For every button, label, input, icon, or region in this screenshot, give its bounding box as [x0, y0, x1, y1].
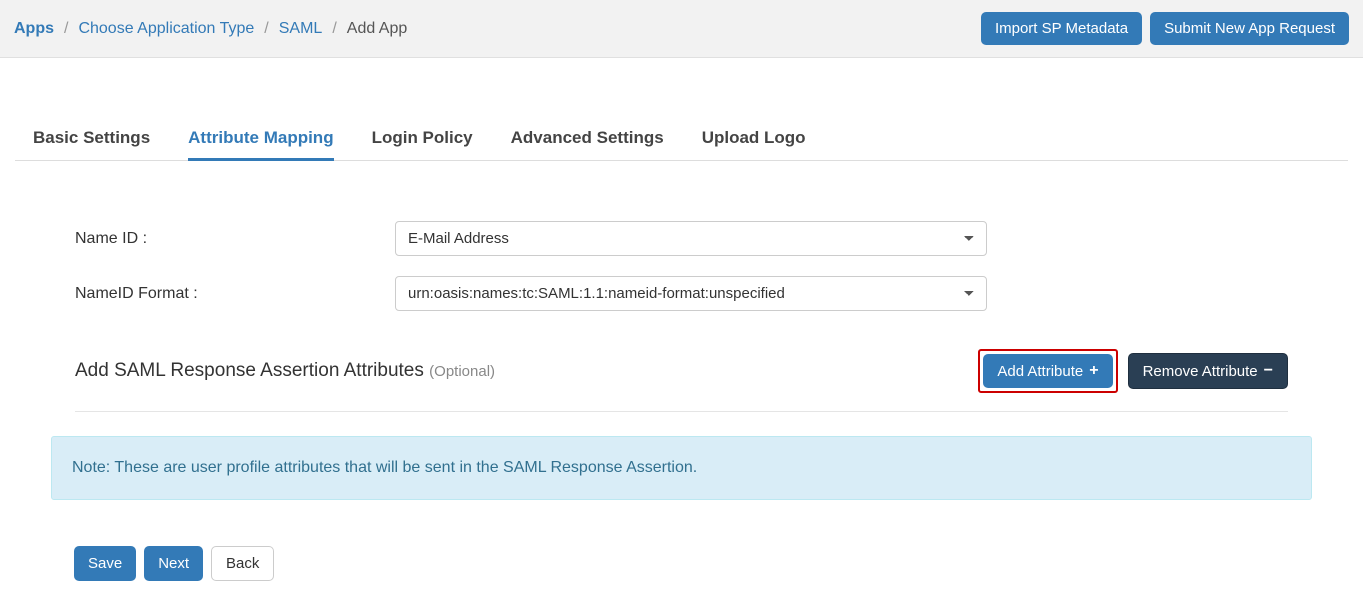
breadcrumb-current: Add App: [347, 20, 408, 38]
add-attribute-highlight: Add Attribute +: [978, 349, 1117, 393]
form-row-nameid: Name ID : E-Mail Address: [75, 221, 1288, 256]
section-optional-text: (Optional): [429, 363, 495, 380]
tab-upload-logo[interactable]: Upload Logo: [702, 118, 806, 160]
save-button[interactable]: Save: [74, 546, 136, 581]
breadcrumb-sep: /: [332, 20, 336, 38]
breadcrumb: Apps / Choose Application Type / SAML / …: [14, 20, 407, 38]
nameid-format-select[interactable]: urn:oasis:names:tc:SAML:1.1:nameid-forma…: [395, 276, 987, 311]
remove-attribute-button[interactable]: Remove Attribute −: [1128, 353, 1288, 389]
note-box: Note: These are user profile attributes …: [51, 436, 1312, 500]
header-bar: Apps / Choose Application Type / SAML / …: [0, 0, 1363, 58]
header-buttons: Import SP Metadata Submit New App Reques…: [981, 12, 1349, 45]
form-row-nameid-format: NameID Format : urn:oasis:names:tc:SAML:…: [75, 276, 1288, 311]
breadcrumb-item-type[interactable]: Choose Application Type: [78, 20, 254, 38]
nameid-format-label: NameID Format :: [75, 285, 395, 303]
footer-actions: Save Next Back: [74, 546, 1288, 601]
tab-attribute-mapping[interactable]: Attribute Mapping: [188, 118, 333, 161]
add-attribute-label: Add Attribute: [997, 363, 1083, 380]
nameid-select[interactable]: E-Mail Address: [395, 221, 987, 256]
section-actions: Add Attribute + Remove Attribute −: [978, 349, 1288, 393]
tabs: Basic Settings Attribute Mapping Login P…: [15, 118, 1348, 161]
next-button[interactable]: Next: [144, 546, 203, 581]
back-button[interactable]: Back: [211, 546, 274, 581]
section-title: Add SAML Response Assertion Attributes (…: [75, 360, 495, 382]
breadcrumb-sep: /: [264, 20, 268, 38]
tab-basic-settings[interactable]: Basic Settings: [33, 118, 150, 160]
remove-attribute-label: Remove Attribute: [1143, 363, 1258, 380]
import-sp-metadata-button[interactable]: Import SP Metadata: [981, 12, 1142, 45]
breadcrumb-item-saml[interactable]: SAML: [279, 20, 323, 38]
breadcrumb-root[interactable]: Apps: [14, 20, 54, 38]
submit-new-app-request-button[interactable]: Submit New App Request: [1150, 12, 1349, 45]
nameid-label: Name ID :: [75, 230, 395, 248]
minus-icon: −: [1264, 362, 1273, 380]
section-title-text: Add SAML Response Assertion Attributes: [75, 360, 424, 381]
section-header: Add SAML Response Assertion Attributes (…: [75, 349, 1288, 412]
breadcrumb-sep: /: [64, 20, 68, 38]
tab-login-policy[interactable]: Login Policy: [372, 118, 473, 160]
tab-advanced-settings[interactable]: Advanced Settings: [511, 118, 664, 160]
add-attribute-button[interactable]: Add Attribute +: [983, 354, 1112, 388]
plus-icon: +: [1089, 362, 1098, 380]
